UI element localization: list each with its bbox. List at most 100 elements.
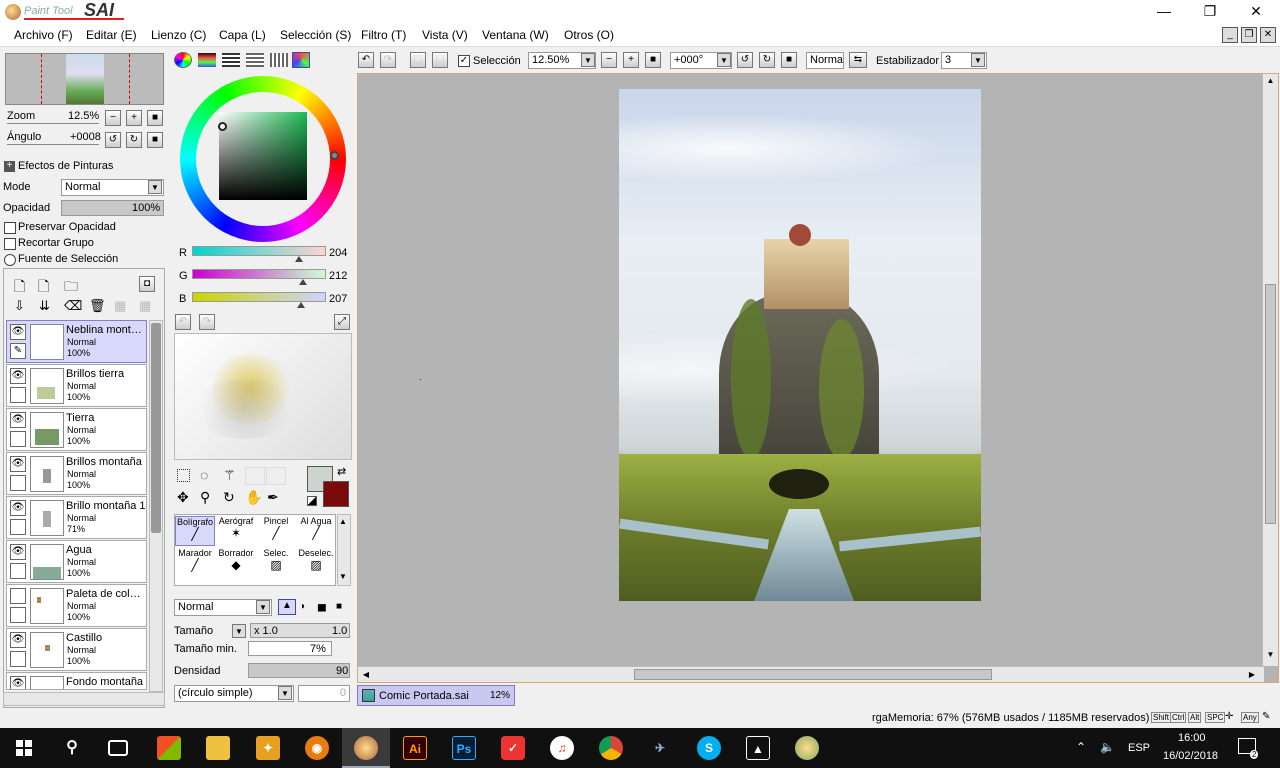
- canvas-vscrollbar[interactable]: ▲ ▼: [1262, 74, 1278, 666]
- tool-deselect-pen[interactable]: Deselec. ▨: [296, 548, 336, 578]
- menu-otros[interactable]: Otros (O): [564, 28, 614, 42]
- nav-zoom-slider[interactable]: [7, 123, 99, 124]
- nav-rotate-left-button[interactable]: ↺: [105, 132, 121, 148]
- expand-icon[interactable]: +: [4, 161, 15, 172]
- nav-angle-slider[interactable]: [7, 144, 99, 145]
- tool-ballpoint[interactable]: Bolígrafo ╱: [175, 516, 215, 546]
- pen-toggle[interactable]: [10, 431, 26, 447]
- layer-scrollbar[interactable]: [149, 320, 163, 692]
- itunes-icon[interactable]: ♫: [550, 736, 574, 760]
- tool-brush[interactable]: Pincel ╱: [256, 516, 296, 546]
- swap-colors-icon[interactable]: ⇄: [337, 465, 346, 478]
- scroll-right-icon[interactable]: ▶: [1246, 668, 1258, 681]
- windows-start-icon[interactable]: [16, 740, 32, 756]
- nav-rotate-reset-button[interactable]: ■: [147, 132, 163, 148]
- toolbar-angle-dropdown-icon[interactable]: ▼: [717, 53, 731, 67]
- menu-capa[interactable]: Capa (L): [219, 28, 266, 42]
- layer-item[interactable]: 👁 Fondo montaña: [6, 672, 147, 690]
- mdi-restore-button[interactable]: ❐: [1241, 27, 1257, 43]
- artwork-canvas[interactable]: [619, 89, 981, 601]
- nav-rotate-right-button[interactable]: ↻: [126, 132, 142, 148]
- hue-picker-handle[interactable]: [330, 151, 339, 160]
- flip-view-icon[interactable]: ⇆: [849, 52, 867, 68]
- photos-icon[interactable]: ▲: [746, 736, 770, 760]
- menu-vista[interactable]: Vista (V): [422, 28, 468, 42]
- scratch-redo-icon[interactable]: ↷: [199, 314, 215, 330]
- canvas-viewport[interactable]: ▲ ▼ ◀ ▶: [357, 73, 1279, 683]
- clear-layer-icon[interactable]: ⌫: [64, 298, 82, 314]
- butterfly-app-icon[interactable]: ✦: [256, 736, 280, 760]
- eye-icon[interactable]: 👁: [10, 324, 26, 340]
- clock-date[interactable]: 16/02/2018: [1163, 750, 1218, 762]
- menu-filtro[interactable]: Filtro (T): [361, 28, 406, 42]
- blender-icon[interactable]: ◉: [305, 736, 329, 760]
- green-slider-thumb[interactable]: [299, 279, 308, 285]
- minimize-button[interactable]: —: [1141, 0, 1187, 24]
- eye-icon[interactable]: 👁: [10, 500, 26, 516]
- scratchpad-canvas[interactable]: [174, 333, 352, 460]
- toolbar-zoom-out-button[interactable]: −: [601, 52, 617, 68]
- hand-tool-icon[interactable]: ✋: [245, 489, 262, 506]
- menu-editar[interactable]: Editar (E): [86, 28, 137, 42]
- scratch-undo-icon[interactable]: ↶: [175, 314, 191, 330]
- skype-icon[interactable]: S: [697, 736, 721, 760]
- lasso-icon[interactable]: ◌: [200, 467, 208, 483]
- density-slider[interactable]: [248, 663, 350, 678]
- edge-soft-icon[interactable]: ▅: [318, 601, 326, 612]
- volume-icon[interactable]: 🔈: [1100, 740, 1115, 754]
- chevron-up-icon[interactable]: ⌃: [1076, 740, 1086, 754]
- eye-icon[interactable]: 👁: [10, 632, 26, 648]
- nav-zoom-reset-button[interactable]: ■: [147, 110, 163, 126]
- menu-seleccion[interactable]: Selección (S): [280, 28, 351, 42]
- merge-down-icon[interactable]: ⇊: [39, 298, 50, 314]
- file-explorer-icon[interactable]: [206, 736, 230, 760]
- chrome-icon[interactable]: [599, 736, 623, 760]
- task-view-icon[interactable]: [108, 740, 128, 756]
- tool-marker[interactable]: Marador ╱: [175, 548, 215, 578]
- zoom-tool-icon[interactable]: ⚲: [200, 489, 210, 506]
- eye-icon[interactable]: 👁: [10, 412, 26, 428]
- new-folder-icon[interactable]: 🗀: [64, 276, 78, 300]
- menu-ventana[interactable]: Ventana (W): [482, 28, 549, 42]
- layer-item[interactable]: 👁 Castillo Normal 100%: [6, 628, 147, 671]
- pen-toggle[interactable]: [10, 519, 26, 535]
- close-button[interactable]: ✕: [1233, 0, 1279, 24]
- sv-picker-handle[interactable]: [218, 122, 227, 131]
- tool-airbrush[interactable]: Aerógraf ✶: [216, 516, 256, 546]
- red-slider-thumb[interactable]: [295, 256, 304, 262]
- swatches-tab-icon[interactable]: [270, 53, 288, 67]
- nav-zoom-out-button[interactable]: −: [105, 110, 121, 126]
- rotate-tool-icon[interactable]: ↻: [223, 489, 235, 506]
- eye-icon[interactable]: 👁: [10, 676, 26, 689]
- color-wheel-tab-icon[interactable]: [174, 52, 192, 68]
- pocket-icon[interactable]: ✓: [501, 736, 525, 760]
- paint-app-icon[interactable]: [795, 736, 819, 760]
- new-linework-layer-icon[interactable]: 🗋: [38, 276, 49, 300]
- scroll-down-icon[interactable]: ▼: [339, 572, 349, 582]
- red-slider[interactable]: [192, 246, 326, 256]
- edge-square-icon[interactable]: ■: [336, 601, 342, 612]
- pen-toggle[interactable]: [10, 607, 26, 623]
- store-icon[interactable]: [157, 736, 181, 760]
- new-layer-icon[interactable]: 🗋: [14, 276, 25, 300]
- transfer-down-icon[interactable]: ⇩: [14, 298, 25, 314]
- rgb-slider-tab-icon[interactable]: [198, 53, 216, 67]
- redo-icon[interactable]: ↷: [380, 52, 396, 68]
- pen-toggle[interactable]: [10, 651, 26, 667]
- illustrator-icon[interactable]: Ai: [403, 736, 427, 760]
- canvas-vscroll-thumb[interactable]: [1265, 284, 1276, 524]
- eye-toggle[interactable]: [10, 588, 26, 604]
- toolbar-zoom-reset-button[interactable]: ■: [645, 52, 661, 68]
- layer-mode-dropdown-icon[interactable]: ▼: [148, 180, 162, 194]
- layer-item[interactable]: 👁 Tierra Normal 100%: [6, 408, 147, 451]
- canvas-hscrollbar[interactable]: ◀ ▶: [358, 666, 1264, 682]
- scroll-down-icon[interactable]: ▼: [1264, 650, 1277, 662]
- green-slider[interactable]: [192, 269, 326, 279]
- pen-icon[interactable]: ✎: [10, 343, 26, 359]
- clock-time[interactable]: 16:00: [1178, 732, 1206, 744]
- navigator-preview[interactable]: [5, 53, 164, 105]
- toolbar-rotate-reset-button[interactable]: ■: [781, 52, 797, 68]
- toolbar-zoom-in-button[interactable]: +: [623, 52, 639, 68]
- mdi-close-button[interactable]: ✕: [1260, 27, 1276, 43]
- eye-icon[interactable]: 👁: [10, 456, 26, 472]
